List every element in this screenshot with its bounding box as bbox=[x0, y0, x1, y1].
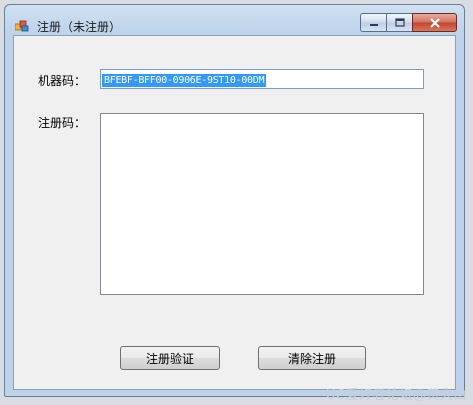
machine-code-field[interactable]: BFEBF-BFF00-0906E-9ST10-00DM bbox=[100, 69, 424, 89]
machine-code-value: BFEBF-BFF00-0906E-9ST10-00DM bbox=[102, 74, 267, 87]
maximize-icon bbox=[394, 18, 405, 27]
minimize-button[interactable] bbox=[360, 13, 386, 32]
registration-code-label: 注册码： bbox=[38, 116, 87, 130]
close-icon bbox=[429, 17, 440, 28]
watermark: UC爱好者论坛@黄大山 bbox=[325, 388, 467, 403]
registration-code-textarea[interactable] bbox=[100, 113, 424, 295]
verify-registration-button[interactable]: 注册验证 bbox=[120, 346, 220, 370]
dialog-body: 机器码： BFEBF-BFF00-0906E-9ST10-00DM 注册码： 注… bbox=[13, 35, 456, 390]
title-bar[interactable]: 注册（未注册） bbox=[5, 5, 464, 35]
machine-code-label: 机器码： bbox=[38, 74, 87, 88]
minimize-icon bbox=[369, 23, 378, 26]
caption-buttons bbox=[360, 13, 457, 33]
clear-registration-button[interactable]: 清除注册 bbox=[258, 346, 366, 370]
window-title: 注册（未注册） bbox=[37, 20, 122, 34]
app-icon bbox=[15, 20, 29, 32]
registration-window: 注册（未注册） 机器码： BFEBF-BFF00-0906E-9ST10-00D… bbox=[4, 4, 465, 397]
close-button[interactable] bbox=[412, 13, 457, 32]
maximize-button[interactable] bbox=[386, 13, 412, 32]
